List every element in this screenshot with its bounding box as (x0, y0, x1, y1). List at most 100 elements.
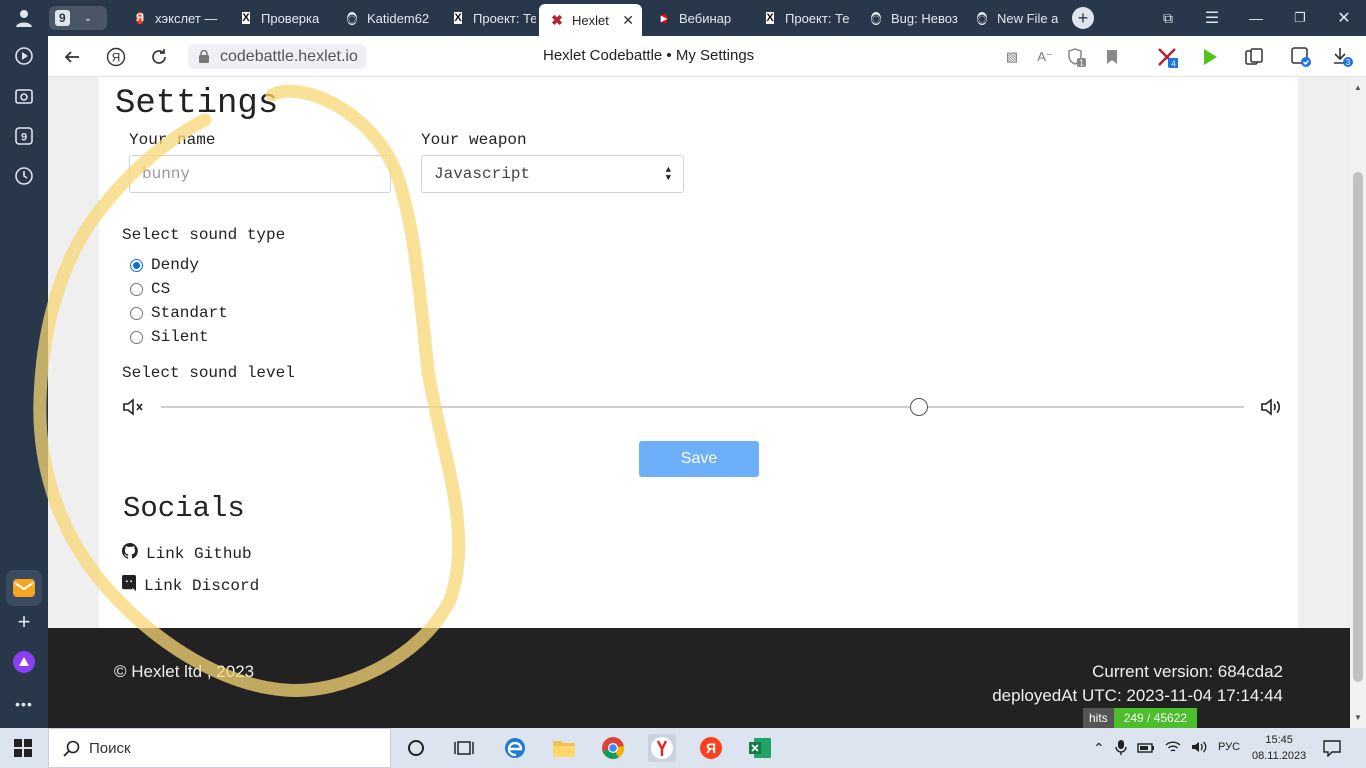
minimize-icon[interactable]: — (1234, 10, 1278, 26)
sound-level-slider[interactable] (161, 406, 1244, 408)
scroll-thumb[interactable] (1353, 172, 1363, 682)
browser-tab[interactable]: ✖ Hexlet ✕ (539, 4, 642, 36)
address-bar: Я codebattle.hexlet.io Hexlet Codebattle… (48, 36, 1366, 77)
tab-counter[interactable]: 9 ⌄ (49, 6, 107, 30)
browser-tab[interactable]: X Проект: Те (440, 4, 536, 32)
clock[interactable]: 15:45 08.11.2023 (1252, 732, 1306, 764)
language-indicator[interactable]: РУС (1218, 741, 1240, 753)
browser-tab-label: Hexlet (572, 12, 609, 28)
browser-tab[interactable]: Яхэкслет — (122, 4, 222, 32)
close-tab-icon[interactable]: ✕ (622, 12, 634, 29)
yandex-app-icon[interactable]: Я (697, 734, 725, 762)
scroll-down-arrow[interactable]: ▼ (1354, 713, 1362, 722)
page-scrollbar[interactable]: ▲ ▼ (1350, 77, 1366, 728)
mute-icon[interactable] (122, 397, 146, 417)
back-icon[interactable] (61, 46, 83, 68)
browser-tab[interactable]: X Проект: Те (752, 4, 852, 32)
menu-icon[interactable]: ☰ (1190, 8, 1234, 28)
browser-tab[interactable]: ◉ Katidem62 (334, 4, 434, 32)
image-saver-icon[interactable] (1290, 46, 1312, 68)
copyright: © Hexlet ltd , 2023 (114, 662, 255, 681)
link-github[interactable]: Link Github (121, 543, 252, 564)
tab-stack-icon[interactable]: ⧉ (1146, 10, 1190, 27)
play-extension-icon[interactable] (1199, 46, 1221, 68)
svg-text:Я: Я (112, 51, 121, 65)
sound-level-label: Select sound level (122, 364, 295, 382)
browser-tab[interactable]: ◉ New File a (964, 4, 1064, 32)
taskbar-search[interactable]: Поиск (48, 728, 391, 768)
more-icon[interactable]: ••• (12, 692, 36, 716)
radio-dendy[interactable] (130, 258, 143, 272)
volume-icon[interactable] (1260, 397, 1284, 417)
reload-icon[interactable] (148, 46, 170, 68)
search-placeholder: Поиск (89, 739, 131, 757)
edge-icon[interactable] (501, 734, 529, 762)
mail-icon[interactable] (6, 570, 42, 606)
radio-cs[interactable] (130, 282, 143, 296)
settings-title: Settings (115, 85, 279, 123)
name-label: Your name (129, 131, 216, 149)
add-panel-icon[interactable]: + (12, 609, 36, 634)
translate-icon[interactable]: A⁻ (1034, 46, 1056, 68)
tabs-counter-icon[interactable]: 9 (12, 124, 36, 148)
url-field[interactable]: codebattle.hexlet.io (188, 44, 366, 69)
slider-thumb[interactable] (910, 398, 929, 416)
browser-tab-label: Проект: Те (473, 10, 536, 26)
excel-icon[interactable] (746, 734, 774, 762)
browser-tab[interactable]: X Проверка (228, 4, 328, 32)
tab-count: 9 (55, 10, 70, 26)
protect-badge: 1 (1079, 59, 1084, 68)
svg-text:9: 9 (21, 132, 27, 144)
microphone-icon[interactable] (1115, 739, 1127, 758)
browser-tab-label: хэкслет — (155, 10, 218, 26)
sound-option-silent[interactable]: Silent (130, 328, 209, 346)
radio-standart[interactable] (130, 306, 143, 320)
weapon-select[interactable]: Javascript ▲ ▼ (421, 155, 684, 193)
deployed-at: deployedAt UTC: 2023-11-04 17:14:44 (992, 686, 1283, 705)
codebattle-extension-icon[interactable]: 4 (1156, 46, 1178, 68)
hexlet-icon: X (766, 12, 774, 24)
task-view-icon[interactable] (450, 734, 478, 762)
sound-option-cs[interactable]: CS (130, 280, 170, 298)
cortana-icon[interactable] (402, 734, 430, 762)
collections-icon[interactable] (1243, 46, 1265, 68)
yandex-icon: Я (136, 12, 144, 24)
scroll-up-arrow[interactable]: ▲ (1354, 83, 1362, 92)
profile-icon[interactable] (12, 6, 36, 30)
save-button[interactable]: Save (639, 441, 759, 477)
chrome-icon[interactable] (599, 734, 627, 762)
sound-option-label: Dendy (151, 256, 200, 274)
taskbar: Поиск Я ⌃ РУС 15:45 08.11.2023 (0, 728, 1366, 768)
translate-page-icon[interactable]: ▧ (1001, 46, 1023, 68)
sound-option-standart[interactable]: Standart (130, 304, 228, 322)
github-icon: ◉ (871, 11, 881, 25)
close-icon[interactable]: ✕ (1322, 8, 1366, 28)
new-tab-button[interactable]: + (1072, 7, 1094, 29)
sound-option-dendy[interactable]: Dendy (130, 256, 199, 274)
history-icon[interactable] (12, 164, 36, 188)
file-explorer-icon[interactable] (550, 734, 578, 762)
link-discord[interactable]: Link Discord (122, 575, 259, 596)
yandex-home-icon[interactable]: Я (105, 46, 127, 68)
chevron-down-icon: ⌄ (83, 12, 93, 24)
play-icon[interactable] (12, 44, 36, 68)
hits-badge[interactable]: hits 249 / 45622 (1083, 708, 1198, 728)
battery-icon[interactable] (1137, 741, 1155, 757)
alice-icon[interactable] (12, 650, 36, 674)
bookmark-icon[interactable] (1101, 46, 1123, 68)
name-input[interactable]: bunny (129, 155, 391, 193)
browser-tab[interactable]: ◉ Bug: Невоз (858, 4, 958, 32)
url-text: codebattle.hexlet.io (220, 47, 358, 65)
browser-tab[interactable]: ▶ Вебинар (646, 4, 746, 32)
notifications-icon[interactable] (1323, 739, 1341, 762)
protect-icon[interactable]: 1 (1066, 46, 1088, 68)
speaker-icon[interactable] (1191, 740, 1207, 757)
windows-start-icon[interactable] (14, 739, 32, 762)
yandex-browser-icon[interactable] (648, 734, 676, 762)
downloads-icon[interactable]: 3 (1332, 46, 1354, 68)
restore-icon[interactable]: ❐ (1278, 10, 1322, 26)
screenshot-icon[interactable] (12, 84, 36, 108)
chevron-up-icon[interactable]: ⌃ (1093, 740, 1105, 757)
wifi-icon[interactable] (1165, 740, 1181, 757)
radio-silent[interactable] (130, 330, 143, 344)
